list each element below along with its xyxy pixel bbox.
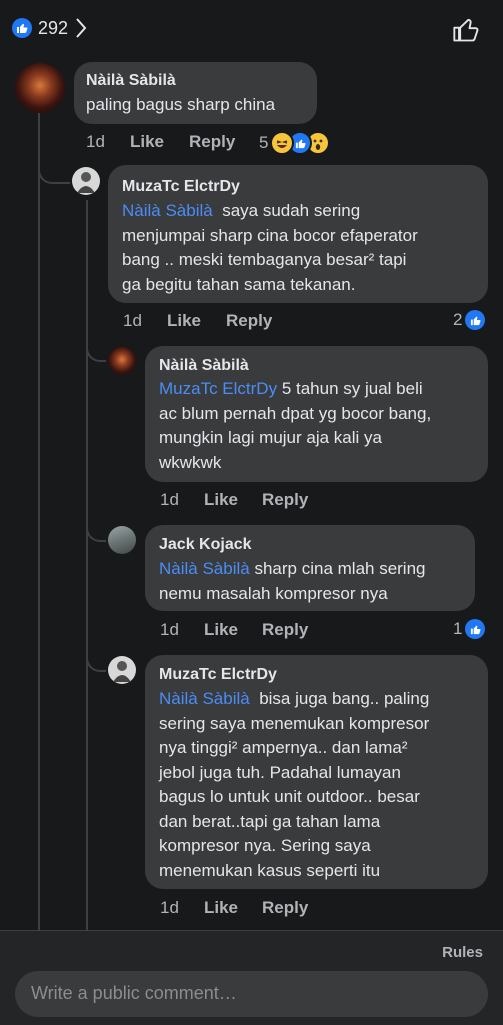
avatar[interactable] <box>72 167 100 195</box>
like-button[interactable]: Like <box>204 490 238 510</box>
comment-time[interactable]: 1d <box>123 311 142 331</box>
like-button[interactable]: Like <box>130 132 164 152</box>
footer: Rules Write a public comment… <box>0 930 503 1025</box>
comment-text: Nàilà Sàbilà sharp cina mlah sering nemu… <box>159 559 426 603</box>
mention-link[interactable]: MuzaTc ElctrDy <box>159 379 277 398</box>
comment-time[interactable]: 1d <box>86 132 105 152</box>
mention-link[interactable]: Nàilà Sàbilà <box>122 201 213 220</box>
top-bar: 292 <box>0 0 503 56</box>
like-button[interactable]: Like <box>167 311 201 331</box>
reaction-count: 1 <box>453 619 463 638</box>
mention-link[interactable]: Nàilà Sàbilà <box>159 559 250 578</box>
reaction-count: 5 <box>259 133 269 152</box>
comment-time[interactable]: 1d <box>160 898 179 918</box>
comment-input-placeholder: Write a public comment… <box>31 983 237 1003</box>
comment-time[interactable]: 1d <box>160 490 179 510</box>
comment-time[interactable]: 1d <box>160 620 179 640</box>
rules-link[interactable]: Rules <box>442 944 483 961</box>
comment-bubble: MuzaTc ElctrDy Nàilà Sàbilà bisa juga ba… <box>145 655 488 889</box>
comment-author[interactable]: Nàilà Sàbilà <box>159 357 249 375</box>
reply-button[interactable]: Reply <box>226 311 272 331</box>
comment-reactions[interactable]: 2 <box>453 310 486 330</box>
comment-text: Nàilà Sàbilà saya sudah sering menjumpai… <box>122 201 418 294</box>
comment-text: MuzaTc ElctrDy 5 tahun sy jual beli ac b… <box>159 379 432 472</box>
comment-author[interactable]: Jack Kojack <box>159 536 252 554</box>
reaction-count: 292 <box>38 17 69 38</box>
thread-connector <box>86 648 106 672</box>
comment-author[interactable]: MuzaTc ElctrDy <box>159 666 277 684</box>
reply-button[interactable]: Reply <box>189 132 235 152</box>
comment-bubble: MuzaTc ElctrDy Nàilà Sàbilà saya sudah s… <box>108 165 488 303</box>
comment-bubble: Nàilà Sàbilà MuzaTc ElctrDy 5 tahun sy j… <box>145 346 488 482</box>
like-reaction-icon <box>465 310 486 330</box>
reply-button[interactable]: Reply <box>262 898 308 918</box>
mention-link[interactable]: Nàilà Sàbilà <box>159 689 250 708</box>
like-reaction-icon <box>465 619 486 639</box>
comment-author[interactable]: MuzaTc ElctrDy <box>122 178 240 196</box>
thread-connector <box>86 518 106 542</box>
reply-button[interactable]: Reply <box>262 490 308 510</box>
comment-author[interactable]: Nàilà Sàbilà <box>86 72 176 90</box>
comment-input[interactable]: Write a public comment… <box>15 971 488 1017</box>
thread-connector <box>86 338 106 362</box>
avatar[interactable] <box>108 347 136 375</box>
like-reaction-icon <box>12 18 32 38</box>
like-button[interactable]: Like <box>204 620 238 640</box>
thread-line-nested <box>86 200 88 930</box>
avatar[interactable] <box>108 526 136 554</box>
avatar[interactable] <box>108 656 136 684</box>
reaction-summary[interactable]: 292 <box>12 17 88 39</box>
comment-bubble: Nàilà Sàbilà paling bagus sharp china <box>74 62 317 124</box>
chevron-right-icon <box>76 18 87 38</box>
reaction-count: 2 <box>453 310 463 329</box>
comment-text: Nàilà Sàbilà bisa juga bang.. paling ser… <box>159 689 430 880</box>
comment-text: paling bagus sharp china <box>86 95 276 114</box>
comment-reactions[interactable]: 5 <box>259 131 331 155</box>
reply-button[interactable]: Reply <box>262 620 308 640</box>
thread-line <box>38 110 40 930</box>
like-button[interactable]: Like <box>204 898 238 918</box>
comment-bubble: Jack Kojack Nàilà Sàbilà sharp cina mlah… <box>145 525 475 611</box>
avatar[interactable] <box>15 63 65 113</box>
haha-reaction-icon <box>270 131 295 155</box>
thread-connector <box>38 162 70 184</box>
thumbs-up-icon[interactable] <box>452 16 480 44</box>
comment-reactions[interactable]: 1 <box>453 619 486 639</box>
